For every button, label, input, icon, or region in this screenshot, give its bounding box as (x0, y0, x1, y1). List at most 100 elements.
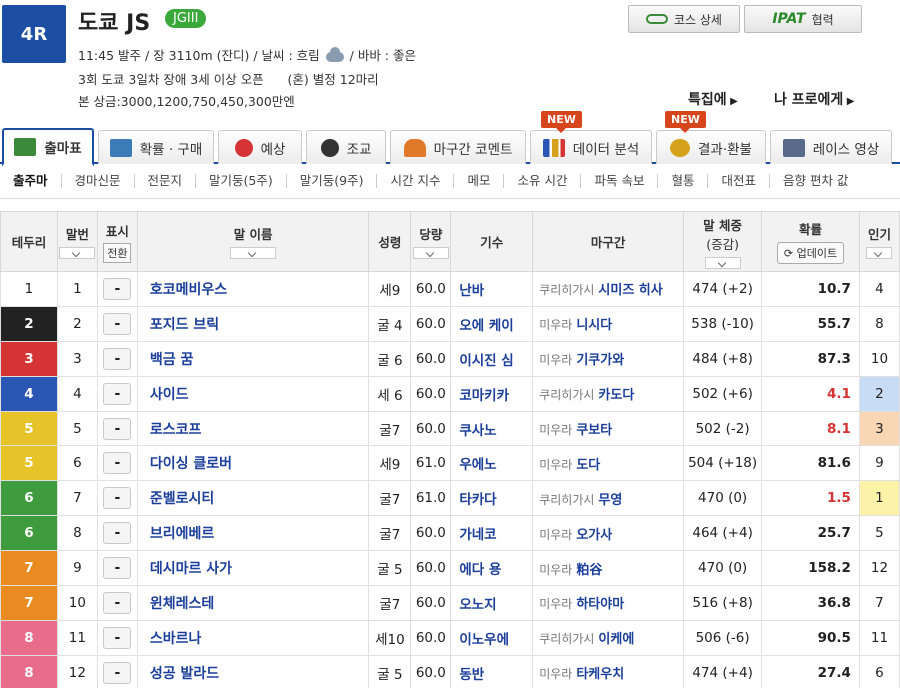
mark-select[interactable]: - (103, 417, 132, 440)
subtab-time-index[interactable]: 시간 지수 (377, 174, 455, 188)
course-detail-button[interactable]: 코스 상세 (628, 5, 740, 33)
mark-select[interactable]: - (103, 312, 132, 335)
jockey-link[interactable]: 타카다 (450, 480, 534, 517)
tab-race-card[interactable]: 출마표 (2, 128, 94, 166)
win-odds[interactable]: 55.7 (761, 305, 860, 342)
sort-chevron-icon[interactable] (59, 247, 96, 259)
horse-name-link[interactable]: 윈체레스테 (136, 585, 370, 621)
tab-prediction[interactable]: 예상 (218, 130, 302, 164)
mark-select[interactable]: - (103, 591, 132, 614)
tab-race-video[interactable]: 레이스 영상 (770, 130, 892, 164)
sort-chevron-icon[interactable] (866, 247, 893, 259)
mark-select[interactable]: - (103, 661, 132, 684)
horse-name-link[interactable]: 백금 꿈 (136, 340, 370, 377)
sort-chevron-icon[interactable] (230, 247, 277, 259)
col-horse-name[interactable]: 말 이름 (136, 211, 370, 272)
trainer-link[interactable]: 타케우치 (576, 667, 624, 682)
mark-select[interactable]: - (103, 522, 132, 545)
win-odds[interactable]: 1.5 (761, 480, 860, 517)
col-gate: 테두리 (0, 211, 58, 272)
subtab-paddock-report[interactable]: 파독 속보 (581, 174, 659, 188)
win-odds[interactable]: 158.2 (761, 550, 860, 587)
trainer-link[interactable]: 무영 (598, 493, 622, 508)
pro-link[interactable]: 나 프로에게 (774, 89, 854, 109)
trainer-link[interactable]: 오가사 (576, 528, 612, 543)
win-odds[interactable]: 27.4 (761, 654, 860, 688)
sort-chevron-icon[interactable] (412, 247, 449, 259)
trainer-link[interactable]: 도다 (576, 458, 600, 473)
jockey-link[interactable]: 동반 (450, 654, 534, 688)
win-odds[interactable]: 81.6 (761, 445, 860, 482)
mark-select[interactable]: - (103, 277, 132, 300)
win-odds[interactable]: 25.7 (761, 515, 860, 552)
jockey-link[interactable]: 오노지 (450, 585, 534, 621)
tab-stable-comment[interactable]: 마구간 코멘트 (390, 130, 526, 164)
trainer-link[interactable]: 카도다 (598, 388, 634, 403)
mark-select[interactable]: - (103, 487, 132, 510)
subtab-memo[interactable]: 메모 (454, 174, 505, 188)
subtab-trade-paper[interactable]: 전문지 (135, 174, 197, 188)
horse-name-link[interactable]: 사이드 (136, 375, 370, 412)
win-odds[interactable]: 87.3 (761, 340, 860, 377)
mark-select[interactable]: - (103, 382, 132, 405)
tab-odds-purchase[interactable]: 확률 · 구매 (98, 130, 214, 164)
mark-cell: - (96, 585, 138, 621)
mark-select[interactable]: - (103, 557, 132, 580)
trainer-link[interactable]: 이케에 (598, 632, 634, 647)
win-odds[interactable]: 90.5 (761, 619, 860, 656)
jockey-link[interactable]: 난바 (450, 271, 534, 307)
col-number[interactable]: 말번 (56, 211, 98, 272)
mark-select[interactable]: - (103, 626, 132, 649)
win-odds[interactable]: 4.1 (761, 375, 860, 412)
jockey-link[interactable]: 가네코 (450, 515, 534, 552)
subtab-pedigree[interactable]: 혈통 (658, 174, 709, 188)
subtab-newspaper[interactable]: 경마신문 (62, 174, 135, 188)
horse-name-link[interactable]: 스바르나 (136, 619, 370, 656)
horse-name-link[interactable]: 브리에베르 (136, 515, 370, 552)
horse-name-link[interactable]: 로스코프 (136, 410, 370, 447)
subtab-matchup[interactable]: 대전표 (708, 174, 770, 188)
subtab-form-9w[interactable]: 말기둥(9주) (287, 174, 378, 188)
win-odds[interactable]: 8.1 (761, 410, 860, 447)
horse-name-link[interactable]: 준벨로시티 (136, 480, 370, 517)
special-feature-link[interactable]: 특집에 (688, 89, 738, 109)
subtab-sound-deviation[interactable]: 음향 편차 값 (770, 174, 861, 188)
trainer-link[interactable]: 하타야마 (576, 597, 624, 612)
mark-toggle-button[interactable]: 전환 (103, 242, 132, 263)
col-weight[interactable]: 당량 (410, 211, 452, 272)
jockey-link[interactable]: 이시진 심 (450, 340, 534, 377)
subtab-entries[interactable]: 출주마 (0, 174, 62, 188)
mark-select[interactable]: - (103, 347, 132, 370)
odds-update-button[interactable]: ⟳ 업데이트 (776, 242, 845, 264)
tab-training[interactable]: 조교 (306, 130, 386, 164)
jockey-link[interactable]: 오에 케이 (450, 305, 534, 342)
jockey-link[interactable]: 코마키카 (450, 375, 534, 412)
trainer-link[interactable]: 粕谷 (576, 563, 602, 578)
subtab-owner-time[interactable]: 소유 시간 (504, 174, 582, 188)
tab-data-analysis[interactable]: NEW 데이터 분석 (530, 111, 652, 164)
bar-chart-icon (542, 138, 565, 157)
jockey-link[interactable]: 에다 용 (450, 550, 534, 587)
jockey-link[interactable]: 우에노 (450, 445, 534, 482)
col-popularity[interactable]: 인기 (858, 211, 900, 272)
trainer-link[interactable]: 시미즈 히사 (598, 283, 662, 298)
horse-name-link[interactable]: 성공 발라드 (136, 654, 370, 688)
ipat-cooperation-button[interactable]: IPAT 협력 (744, 5, 862, 33)
win-odds[interactable]: 10.7 (761, 271, 860, 307)
subtab-form-5w[interactable]: 말기둥(5주) (196, 174, 287, 188)
horse-name-link[interactable]: 포지드 브릭 (136, 305, 370, 342)
jockey-link[interactable]: 쿠사노 (450, 410, 534, 447)
trainer-link[interactable]: 쿠보타 (576, 423, 612, 438)
race-meeting-info: 3회 도쿄 3일차 장애 3세 이상 오픈 (혼) 별정 12마리 (78, 72, 379, 87)
jockey-link[interactable]: 이노우에 (450, 619, 534, 656)
trainer-link[interactable]: 기쿠가와 (576, 353, 624, 368)
horse-name-link[interactable]: 데시마르 사가 (136, 550, 370, 587)
sort-chevron-icon[interactable] (704, 256, 741, 269)
trainer-link[interactable]: 니시다 (576, 318, 612, 333)
tab-results-refund[interactable]: NEW 결과·환불 (656, 111, 766, 164)
mark-select[interactable]: - (103, 452, 132, 475)
win-odds[interactable]: 36.8 (761, 585, 860, 621)
col-body-weight[interactable]: 말 체중 (증감) (683, 211, 763, 272)
horse-name-link[interactable]: 다이싱 클로버 (136, 445, 370, 482)
horse-name-link[interactable]: 호코메비우스 (136, 271, 370, 307)
